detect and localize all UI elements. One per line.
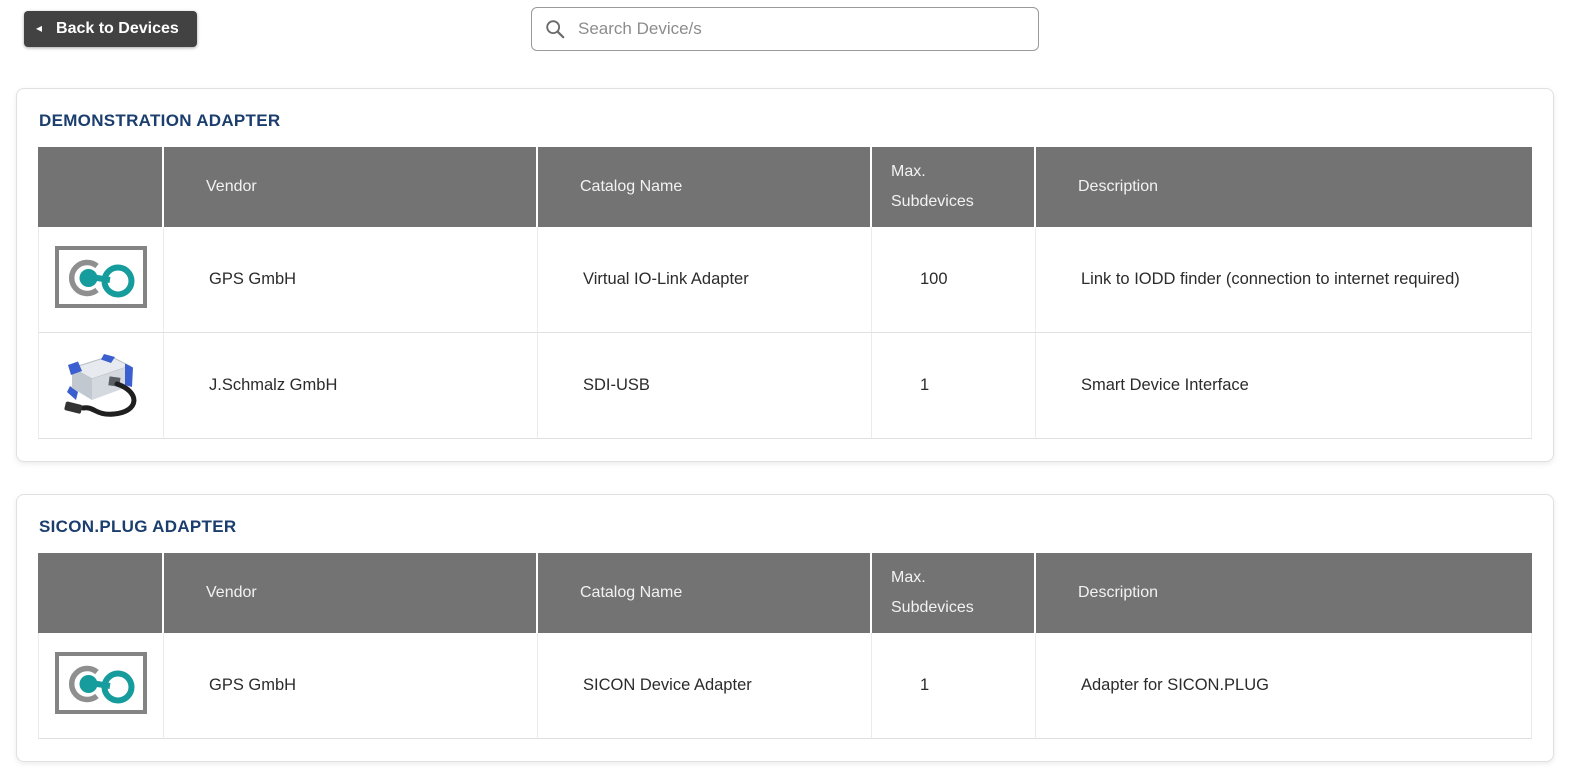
- column-header-catalog-name: Catalog Name: [538, 553, 872, 633]
- max-subdevices-cell: 1: [872, 633, 1036, 739]
- max-subdevices-cell: 100: [872, 227, 1036, 333]
- description-cell: Link to IODD finder (connection to inter…: [1036, 227, 1532, 333]
- gps-co-logo-icon: [55, 246, 147, 308]
- adapter-image-cell: [38, 333, 164, 439]
- adapter-table: Vendor Catalog Name Max. Subdevices Desc…: [38, 553, 1532, 739]
- adapter-row[interactable]: GPS GmbH SICON Device Adapter 1 Adapter …: [38, 633, 1532, 739]
- column-header-max-subdevices: Max. Subdevices: [872, 147, 1036, 227]
- adapter-table: Vendor Catalog Name Max. Subdevices Desc…: [38, 147, 1532, 439]
- catalog-name-cell: SICON Device Adapter: [538, 633, 872, 739]
- column-header-max-subdevices: Max. Subdevices: [872, 553, 1036, 633]
- vendor-cell: GPS GmbH: [164, 633, 538, 739]
- description-cell: Adapter for SICON.PLUG: [1036, 633, 1532, 739]
- back-button-label: Back to Devices: [56, 20, 179, 38]
- search-field-container: [531, 7, 1039, 51]
- sicon-plug-adapter-card: SICON.PLUG ADAPTER Vendor Catalog Name M…: [16, 494, 1554, 762]
- table-header-row: Vendor Catalog Name Max. Subdevices Desc…: [38, 553, 1532, 633]
- catalog-name-cell: Virtual IO-Link Adapter: [538, 227, 872, 333]
- table-header-row: Vendor Catalog Name Max. Subdevices Desc…: [38, 147, 1532, 227]
- adapter-row[interactable]: J.Schmalz GmbH SDI-USB 1 Smart Device In…: [38, 333, 1532, 439]
- column-header-image: [38, 553, 164, 633]
- vendor-cell: GPS GmbH: [164, 227, 538, 333]
- column-header-description: Description: [1036, 553, 1532, 633]
- section-title: DEMONSTRATION ADAPTER: [39, 109, 1532, 133]
- section-title: SICON.PLUG ADAPTER: [39, 515, 1532, 539]
- adapter-image-cell: [38, 633, 164, 739]
- vendor-cell: J.Schmalz GmbH: [164, 333, 538, 439]
- search-icon: [544, 18, 566, 40]
- sdi-usb-device-photo: [54, 342, 149, 424]
- description-cell: Smart Device Interface: [1036, 333, 1532, 439]
- search-input[interactable]: [576, 18, 1026, 40]
- demonstration-adapter-card: DEMONSTRATION ADAPTER Vendor Catalog Nam…: [16, 88, 1554, 462]
- column-header-vendor: Vendor: [164, 147, 538, 227]
- back-to-devices-button[interactable]: ◂ Back to Devices: [24, 11, 197, 47]
- chevron-left-icon: ◂: [36, 22, 42, 34]
- max-subdevices-cell: 1: [872, 333, 1036, 439]
- adapter-image-cell: [38, 227, 164, 333]
- top-toolbar: ◂ Back to Devices: [0, 0, 1570, 58]
- column-header-catalog-name: Catalog Name: [538, 147, 872, 227]
- adapter-row[interactable]: GPS GmbH Virtual IO-Link Adapter 100 Lin…: [38, 227, 1532, 333]
- column-header-vendor: Vendor: [164, 553, 538, 633]
- column-header-description: Description: [1036, 147, 1532, 227]
- column-header-image: [38, 147, 164, 227]
- gps-co-logo-icon: [55, 652, 147, 714]
- catalog-name-cell: SDI-USB: [538, 333, 872, 439]
